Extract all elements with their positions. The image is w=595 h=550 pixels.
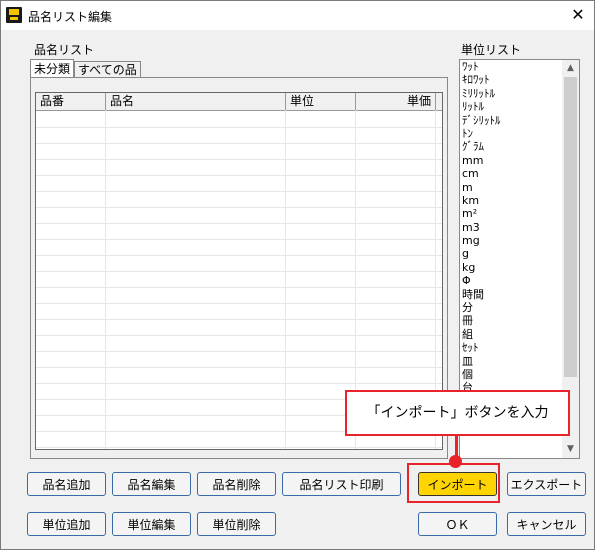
grid-row-line xyxy=(36,351,442,352)
grid-row-line xyxy=(36,367,442,368)
import-highlight-frame xyxy=(407,463,500,503)
unit-list-item[interactable]: ﾃﾞｼﾘｯﾄﾙ xyxy=(462,114,562,127)
grid-row-line xyxy=(36,239,442,240)
dialog-window: 品名リスト編集 ✕ 品名リスト 単位リスト 未分類 すべての品 品番 品名 単位… xyxy=(0,0,595,550)
grid-row-line xyxy=(36,287,442,288)
ok-button[interactable]: ＯＫ xyxy=(418,512,497,536)
close-icon[interactable]: ✕ xyxy=(565,4,591,26)
grid-row-line xyxy=(36,335,442,336)
grid-row-line xyxy=(36,127,442,128)
tab-all-items[interactable]: すべての品 xyxy=(74,61,141,78)
unit-list-item[interactable]: cm xyxy=(462,167,562,180)
unit-items: ﾜｯﾄ ｷﾛﾜｯﾄ ﾐﾘﾘｯﾄﾙ ﾘｯﾄﾙ ﾃﾞｼﾘｯﾄﾙ ﾄﾝ ｸﾞﾗﾑ mm cm m km m²… xyxy=(462,60,562,422)
item-list-label: 品名リスト xyxy=(34,43,95,57)
grid-row-line xyxy=(36,223,442,224)
unit-list-item[interactable]: mg xyxy=(462,234,562,247)
scroll-down-icon[interactable]: ▼ xyxy=(566,445,575,454)
scroll-up-icon[interactable]: ▲ xyxy=(566,64,575,73)
unit-list-item[interactable]: ﾜｯﾄ xyxy=(462,60,562,73)
window-title: 品名リスト編集 xyxy=(28,10,113,24)
app-icon xyxy=(6,7,22,23)
column-header-unit[interactable]: 単位 xyxy=(286,93,356,110)
print-item-list-button[interactable]: 品名リスト印刷 xyxy=(282,472,401,496)
add-unit-button[interactable]: 単位追加 xyxy=(27,512,106,536)
column-header-item-name[interactable]: 品名 xyxy=(106,93,286,110)
unit-list-item[interactable]: 時間 xyxy=(462,288,562,301)
title-bar: 品名リスト編集 ✕ xyxy=(1,1,594,30)
unit-list-item[interactable]: m xyxy=(462,181,562,194)
grid-row-line xyxy=(36,271,442,272)
grid-header: 品番 品名 単位 単価 xyxy=(36,93,442,111)
unit-list-item[interactable]: m3 xyxy=(462,221,562,234)
edit-item-button[interactable]: 品名編集 xyxy=(112,472,191,496)
column-header-unit-price[interactable]: 単価 xyxy=(356,93,436,110)
cancel-button[interactable]: キャンセル xyxy=(507,512,586,536)
grid-row-line xyxy=(36,175,442,176)
unit-list-item[interactable]: Φ xyxy=(462,274,562,287)
grid-row-line xyxy=(36,383,442,384)
unit-list-item[interactable]: mm xyxy=(462,154,562,167)
callout-pointer-dot xyxy=(449,455,462,468)
export-button[interactable]: エクスポート xyxy=(507,472,586,496)
unit-list-item[interactable]: 皿 xyxy=(462,355,562,368)
grid-row-line xyxy=(36,191,442,192)
item-tabs: 未分類 すべての品 xyxy=(30,59,141,79)
unit-list-item[interactable]: ﾄﾝ xyxy=(462,127,562,140)
delete-unit-button[interactable]: 単位削除 xyxy=(197,512,276,536)
unit-list-label: 単位リスト xyxy=(461,43,522,57)
unit-list-item[interactable]: km xyxy=(462,194,562,207)
unit-list-item[interactable]: ｾｯﾄ xyxy=(462,341,562,354)
unit-list-item[interactable]: ｸﾞﾗﾑ xyxy=(462,140,562,153)
add-item-button[interactable]: 品名追加 xyxy=(27,472,106,496)
unit-list-item[interactable]: 個 xyxy=(462,368,562,381)
scroll-thumb[interactable] xyxy=(564,77,577,377)
unit-list-item[interactable]: m² xyxy=(462,207,562,220)
grid-row-line xyxy=(36,255,442,256)
unit-list-item[interactable]: 冊 xyxy=(462,314,562,327)
unit-list-item[interactable]: 組 xyxy=(462,328,562,341)
unit-list-item[interactable]: ﾘｯﾄﾙ xyxy=(462,100,562,113)
delete-item-button[interactable]: 品名削除 xyxy=(197,472,276,496)
tab-uncategorized[interactable]: 未分類 xyxy=(30,59,75,79)
unit-list-item[interactable]: ﾐﾘﾘｯﾄﾙ xyxy=(462,87,562,100)
instruction-callout: 「インポート」ボタンを入力 xyxy=(345,390,570,436)
grid-row-line xyxy=(36,143,442,144)
grid-row-line xyxy=(36,303,442,304)
grid-row-line xyxy=(36,207,442,208)
unit-list-item[interactable]: ｷﾛﾜｯﾄ xyxy=(462,73,562,86)
grid-row-line xyxy=(36,447,442,448)
grid-row-line xyxy=(36,159,442,160)
unit-list-item[interactable]: g xyxy=(462,247,562,260)
unit-list-item[interactable]: 分 xyxy=(462,301,562,314)
edit-unit-button[interactable]: 単位編集 xyxy=(112,512,191,536)
unit-list-item[interactable]: kg xyxy=(462,261,562,274)
column-header-item-no[interactable]: 品番 xyxy=(36,93,106,110)
grid-row-line xyxy=(36,319,442,320)
